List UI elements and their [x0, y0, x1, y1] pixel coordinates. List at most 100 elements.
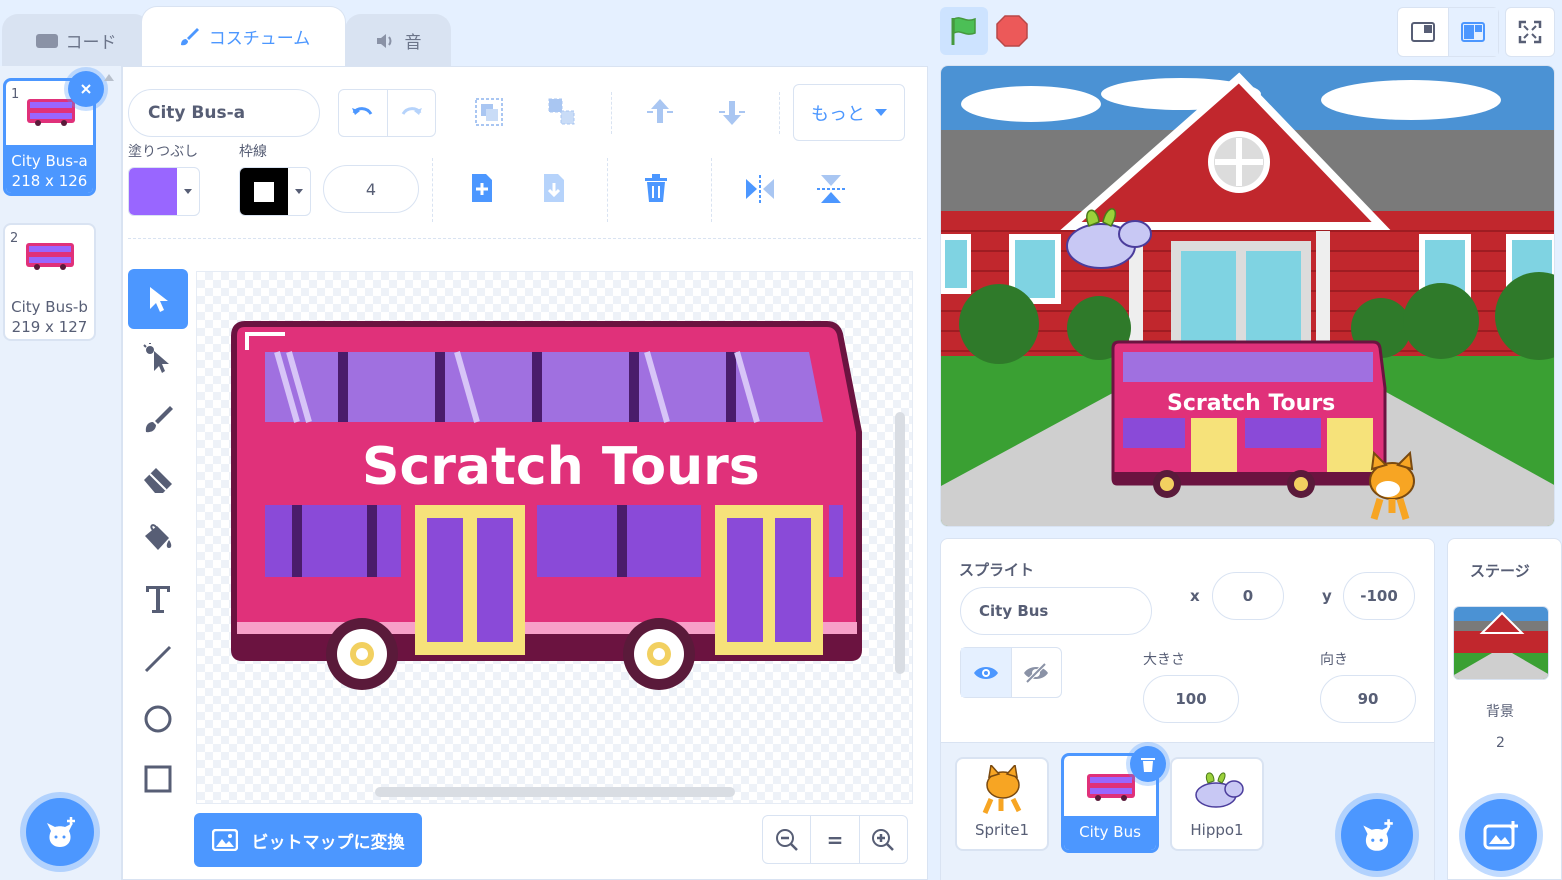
stage-canvas[interactable]: Scratch Tours [940, 65, 1555, 527]
text-tool[interactable] [128, 569, 188, 629]
arrow-up-icon [647, 99, 673, 123]
vertical-scrollbar[interactable] [895, 412, 905, 674]
costume-number: 1 [11, 87, 20, 102]
costume-name-input[interactable]: City Bus-a [128, 89, 320, 137]
sprite-tile[interactable]: Sprite1 [955, 757, 1049, 851]
direction-input[interactable]: 90 [1320, 675, 1416, 723]
large-stage-icon [1461, 22, 1486, 42]
backdrop-label: 背景 [1486, 704, 1514, 720]
size-input[interactable]: 100 [1143, 675, 1239, 723]
y-input[interactable]: -100 [1343, 572, 1415, 620]
stage-scene: Scratch Tours [941, 66, 1554, 526]
flip-vertical-button[interactable] [815, 172, 847, 206]
redo-button[interactable] [388, 90, 436, 136]
outline-label: 枠線 [239, 144, 267, 160]
zoom-reset-button[interactable]: = [811, 816, 860, 863]
rectangle-tool[interactable] [128, 749, 188, 809]
zoom-in-button[interactable] [860, 816, 907, 863]
choose-backdrop-button[interactable] [1465, 799, 1537, 871]
arrow-cursor-icon [150, 287, 168, 312]
size-label: 大きさ [1143, 652, 1185, 668]
delete-sprite-button[interactable] [1130, 746, 1166, 782]
ungroup-button[interactable] [545, 95, 579, 129]
undo-button[interactable] [339, 90, 388, 136]
show-button[interactable] [961, 648, 1012, 697]
circle-tool[interactable] [128, 689, 188, 749]
large-stage-button[interactable] [1448, 8, 1498, 56]
outline-width-input[interactable]: 4 [323, 165, 419, 213]
code-icon [35, 33, 58, 48]
direction-label: 向き [1320, 652, 1348, 668]
flip-horizontal-button[interactable] [743, 173, 777, 205]
choose-costume-button[interactable] [26, 798, 94, 866]
scrollbar[interactable] [104, 74, 114, 854]
eraser-tool[interactable] [128, 449, 188, 509]
redo-icon [401, 107, 423, 115]
paste-button[interactable] [538, 172, 570, 206]
image-icon [211, 829, 238, 851]
eye-icon [973, 666, 998, 679]
undo-redo-group [338, 89, 436, 137]
tab-sounds[interactable]: 音 [345, 14, 451, 66]
delete-costume-button[interactable] [68, 71, 104, 107]
more-button[interactable]: もっと [793, 84, 905, 141]
paint-bucket-icon [145, 524, 172, 550]
brush-icon [180, 27, 199, 45]
zoom-out-button[interactable] [763, 816, 812, 863]
green-flag-icon [951, 17, 976, 45]
flip-vertical-icon [817, 175, 845, 203]
copy-button[interactable] [466, 172, 498, 206]
drawing-canvas[interactable]: Scratch Tours [196, 271, 913, 804]
line-tool[interactable] [128, 629, 188, 689]
small-stage-button[interactable] [1398, 8, 1449, 56]
choose-sprite-button[interactable] [1341, 799, 1413, 871]
outline-color-picker[interactable] [239, 167, 311, 216]
zoom-in-icon [872, 828, 895, 851]
delete-button[interactable] [640, 172, 672, 206]
y-label: y [1322, 587, 1332, 605]
scroll-up-arrow[interactable] [104, 74, 114, 81]
fill-color-picker[interactable] [128, 167, 200, 216]
zoom-out-icon [775, 828, 798, 851]
green-flag-button[interactable] [940, 7, 988, 55]
costume-thumbnail [26, 243, 74, 270]
select-tool[interactable] [128, 269, 188, 329]
eye-slash-icon [1024, 662, 1049, 683]
divider [611, 92, 612, 134]
fill-tool[interactable] [128, 509, 188, 569]
sprite-tile[interactable]: Hippo1 [1170, 757, 1264, 851]
tab-costumes[interactable]: コスチューム [141, 6, 346, 66]
rectangle-icon [144, 765, 172, 793]
sprite-tile-name: Sprite1 [974, 821, 1030, 839]
flip-horizontal-icon [746, 175, 774, 203]
stop-button[interactable] [994, 13, 1030, 49]
sprite-tile-name: City Bus [1079, 823, 1141, 841]
fullscreen-button[interactable] [1505, 7, 1555, 57]
brush-tool[interactable] [128, 389, 188, 449]
reshape-tool[interactable] [128, 329, 188, 389]
costume-item[interactable]: 2 City Bus-b 219 x 127 [3, 223, 96, 341]
bus-drawing: Scratch Tours [231, 321, 862, 690]
sprite-name-input[interactable]: City Bus [960, 587, 1152, 635]
group-button[interactable] [472, 95, 506, 129]
convert-to-bitmap-button[interactable]: ビットマップに変換 [194, 813, 422, 867]
stage-thumbnail[interactable] [1453, 606, 1549, 680]
hide-button[interactable] [1012, 648, 1062, 697]
brush-icon [145, 406, 173, 433]
tab-code[interactable]: コード [2, 14, 150, 66]
chevron-down-icon [184, 189, 192, 194]
x-input[interactable]: 0 [1212, 572, 1284, 620]
svg-text:Scratch Tours: Scratch Tours [1167, 391, 1335, 416]
outline-swatch [240, 168, 288, 215]
cat-add-icon [47, 817, 75, 847]
horizontal-scrollbar[interactable] [375, 787, 735, 797]
divider [779, 92, 780, 134]
visibility-toggle [960, 647, 1062, 698]
costume-name: City Bus-b 219 x 127 [11, 298, 88, 336]
costume-list: 1 City Bus-a 218 x 126 2 City Bus-b 219 x … [0, 66, 122, 880]
costume-name: City Bus-a 218 x 126 [11, 152, 88, 190]
backward-button[interactable] [715, 95, 749, 129]
forward-button[interactable] [643, 95, 677, 129]
svg-text:Scratch Tours: Scratch Tours [362, 437, 760, 497]
backdrop-count: 2 [1496, 735, 1505, 751]
